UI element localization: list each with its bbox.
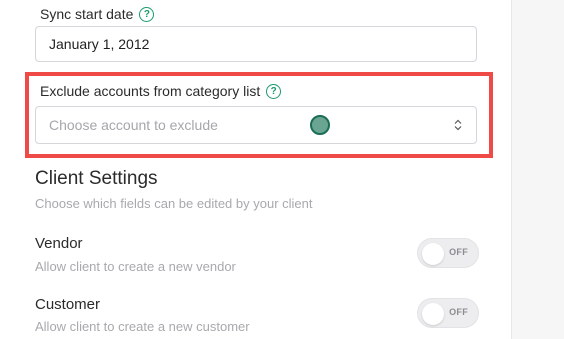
question-circle-icon[interactable]: ? bbox=[139, 6, 155, 22]
question-circle-icon[interactable]: ? bbox=[266, 83, 282, 99]
sync-start-date-input[interactable]: January 1, 2012 bbox=[35, 26, 477, 62]
sync-start-date-value: January 1, 2012 bbox=[49, 36, 150, 52]
vendor-toggle[interactable]: OFF bbox=[417, 238, 479, 268]
exclude-accounts-label-text: Exclude accounts from category list bbox=[40, 83, 261, 99]
settings-panel: Sync start date ? January 1, 2012 Exclud… bbox=[0, 0, 564, 339]
right-gutter bbox=[511, 0, 564, 339]
toggle-state-text: OFF bbox=[449, 307, 468, 317]
customer-toggle[interactable]: OFF bbox=[417, 298, 479, 328]
vendor-description: Allow client to create a new vendor bbox=[35, 259, 236, 274]
select-updown-icon bbox=[454, 119, 462, 131]
vendor-title: Vendor bbox=[35, 235, 83, 252]
toggle-state-text: OFF bbox=[449, 247, 468, 257]
exclude-accounts-label: Exclude accounts from category list ? bbox=[40, 83, 282, 99]
exclude-accounts-select[interactable]: Choose account to exclude bbox=[35, 106, 477, 144]
toggle-knob bbox=[422, 243, 444, 265]
client-settings-title: Client Settings bbox=[35, 168, 158, 189]
exclude-accounts-placeholder: Choose account to exclude bbox=[49, 117, 218, 133]
customer-title: Customer bbox=[35, 296, 101, 313]
sync-start-date-label: Sync start date ? bbox=[40, 6, 155, 22]
client-settings-subtitle: Choose which fields can be edited by you… bbox=[35, 196, 313, 211]
customer-description: Allow client to create a new customer bbox=[35, 319, 250, 334]
cursor-indicator bbox=[310, 115, 330, 135]
sync-start-date-label-text: Sync start date bbox=[40, 6, 134, 22]
toggle-knob bbox=[422, 303, 444, 325]
